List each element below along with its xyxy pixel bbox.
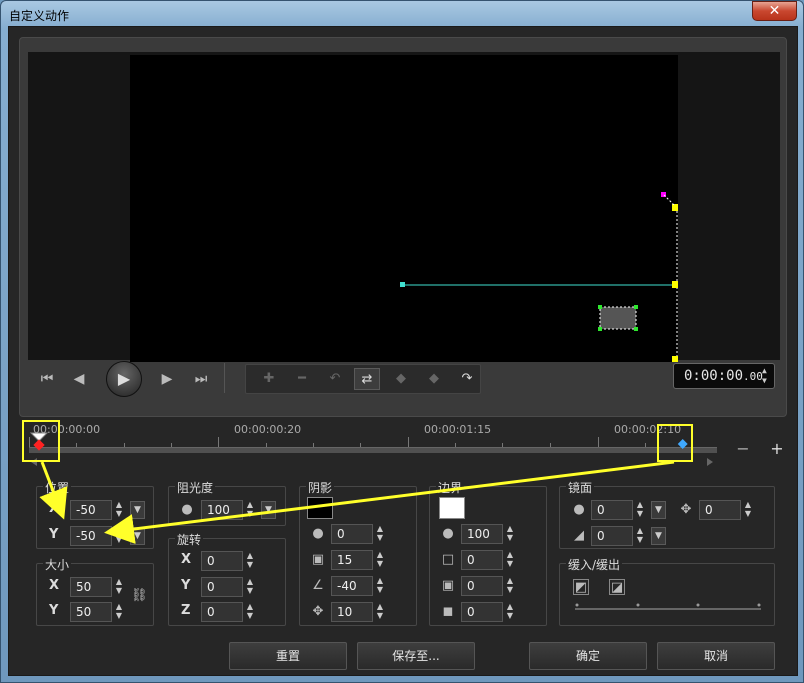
arrow-to-position-x <box>39 461 68 520</box>
arrow-to-position-y <box>104 460 675 544</box>
annotation-arrows <box>39 460 675 544</box>
